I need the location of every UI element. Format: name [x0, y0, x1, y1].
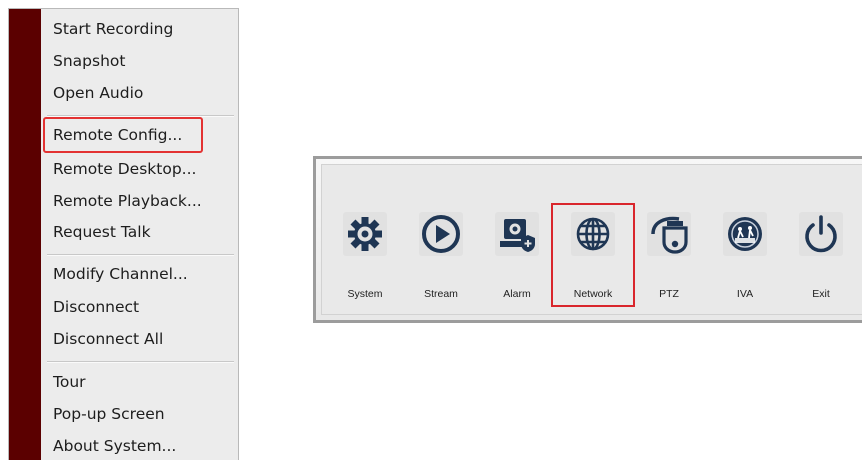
ptz-camera-icon: [647, 212, 691, 256]
tool-label-exit: Exit: [812, 288, 830, 300]
menu-item-remote-desktop[interactable]: Remote Desktop...: [53, 155, 233, 183]
tool-label-network: Network: [573, 288, 613, 300]
power-icon: [799, 212, 843, 256]
tool-ptz[interactable]: PTZ: [631, 212, 707, 300]
menu-item-popup-screen[interactable]: Pop-up Screen: [53, 400, 233, 428]
tool-label-iva: IVA: [736, 288, 754, 300]
menu-separator: [47, 254, 234, 256]
menu-side-strip: [9, 9, 41, 460]
tool-label-ptz: PTZ: [659, 288, 679, 300]
menu-item-snapshot[interactable]: Snapshot: [53, 47, 233, 75]
tool-label-stream: Stream: [424, 288, 458, 300]
tool-label-alarm: Alarm: [503, 288, 531, 300]
menu-separator: [47, 361, 234, 363]
tool-iva[interactable]: IVA: [707, 212, 783, 300]
context-menu: Start Recording Snapshot Open Audio Remo…: [8, 8, 239, 460]
menu-item-modify-channel[interactable]: Modify Channel...: [53, 260, 233, 288]
play-icon: [419, 212, 463, 256]
menu-item-remote-config[interactable]: Remote Config...: [53, 121, 233, 149]
iva-icon: [723, 212, 767, 256]
tool-stream[interactable]: Stream: [403, 212, 479, 300]
tool-network[interactable]: Network: [555, 212, 631, 300]
menu-item-about-system[interactable]: About System...: [53, 432, 233, 460]
globe-icon: [571, 212, 615, 256]
tool-system[interactable]: System: [327, 212, 403, 300]
menu-item-start-recording[interactable]: Start Recording: [53, 15, 233, 43]
menu-item-tour[interactable]: Tour: [53, 368, 233, 396]
menu-item-disconnect[interactable]: Disconnect: [53, 293, 233, 321]
menu-separator: [47, 115, 234, 117]
menu-item-remote-playback[interactable]: Remote Playback...: [53, 187, 233, 215]
tool-label-system: System: [347, 288, 383, 300]
menu-item-request-talk[interactable]: Request Talk: [53, 218, 233, 246]
menu-item-disconnect-all[interactable]: Disconnect All: [53, 325, 233, 353]
tool-alarm[interactable]: Alarm: [479, 212, 555, 300]
menu-item-open-audio[interactable]: Open Audio: [53, 79, 233, 107]
alarm-camera-icon: [495, 212, 539, 256]
gear-icon: [343, 212, 387, 256]
tool-exit[interactable]: Exit: [783, 212, 859, 300]
